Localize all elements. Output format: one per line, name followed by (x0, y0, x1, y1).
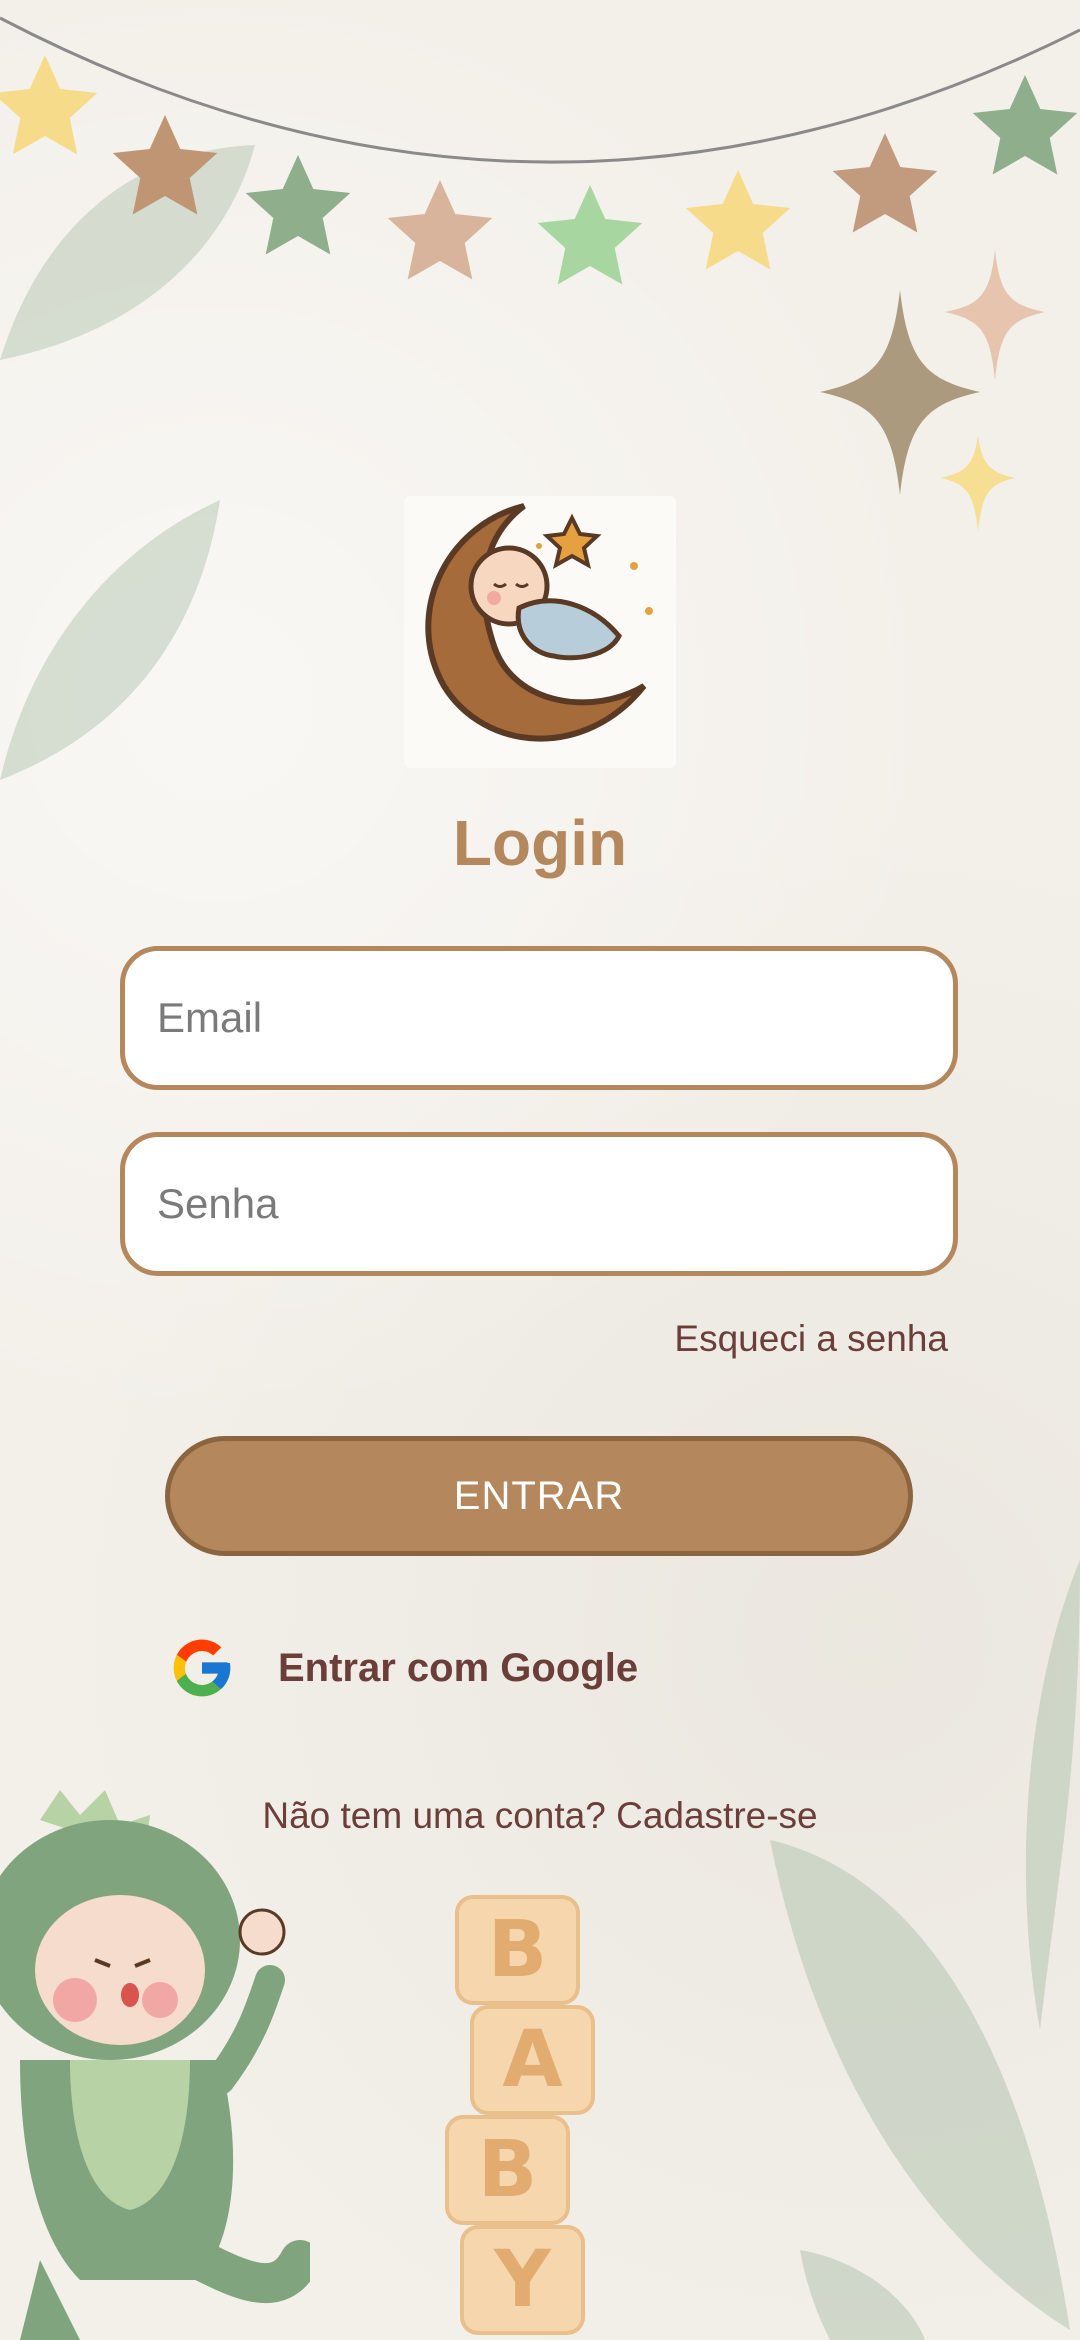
leaf-icon (0, 500, 220, 780)
garland-star-icon (0, 55, 98, 155)
login-button[interactable]: ENTRAR (165, 1436, 913, 1556)
baby-block: B (455, 1895, 580, 2005)
google-icon (173, 1639, 231, 1697)
sparkle-icon (820, 250, 1045, 532)
page-title: Login (452, 807, 628, 879)
garland-star-icon (537, 185, 643, 285)
baby-block: B (445, 2115, 570, 2225)
baby-block: A (470, 2005, 595, 2115)
google-signin-label: Entrar com Google (278, 1645, 639, 1690)
password-field[interactable] (125, 1137, 953, 1271)
garland-star-icon (245, 155, 351, 255)
garland-star-icon (972, 75, 1078, 175)
app-logo (404, 496, 676, 768)
leaf-icon (800, 2250, 925, 2340)
baby-blocks-illustration: BABY (440, 1895, 610, 2340)
email-field-container[interactable] (120, 946, 958, 1090)
google-signin-button[interactable]: Entrar com Google (168, 1628, 638, 1708)
moon-baby-logo (425, 503, 653, 742)
garland-star-icon (832, 133, 938, 233)
password-field-container[interactable] (120, 1132, 958, 1276)
baby-block: Y (460, 2225, 585, 2335)
garland-star-icon (112, 115, 218, 215)
baby-dino-illustration (0, 1790, 310, 2340)
email-field[interactable] (125, 951, 953, 1085)
forgot-password-link[interactable]: Esqueci a senha (674, 1318, 948, 1360)
garland-star-icon (387, 180, 493, 280)
garland-star-icon (685, 170, 791, 270)
